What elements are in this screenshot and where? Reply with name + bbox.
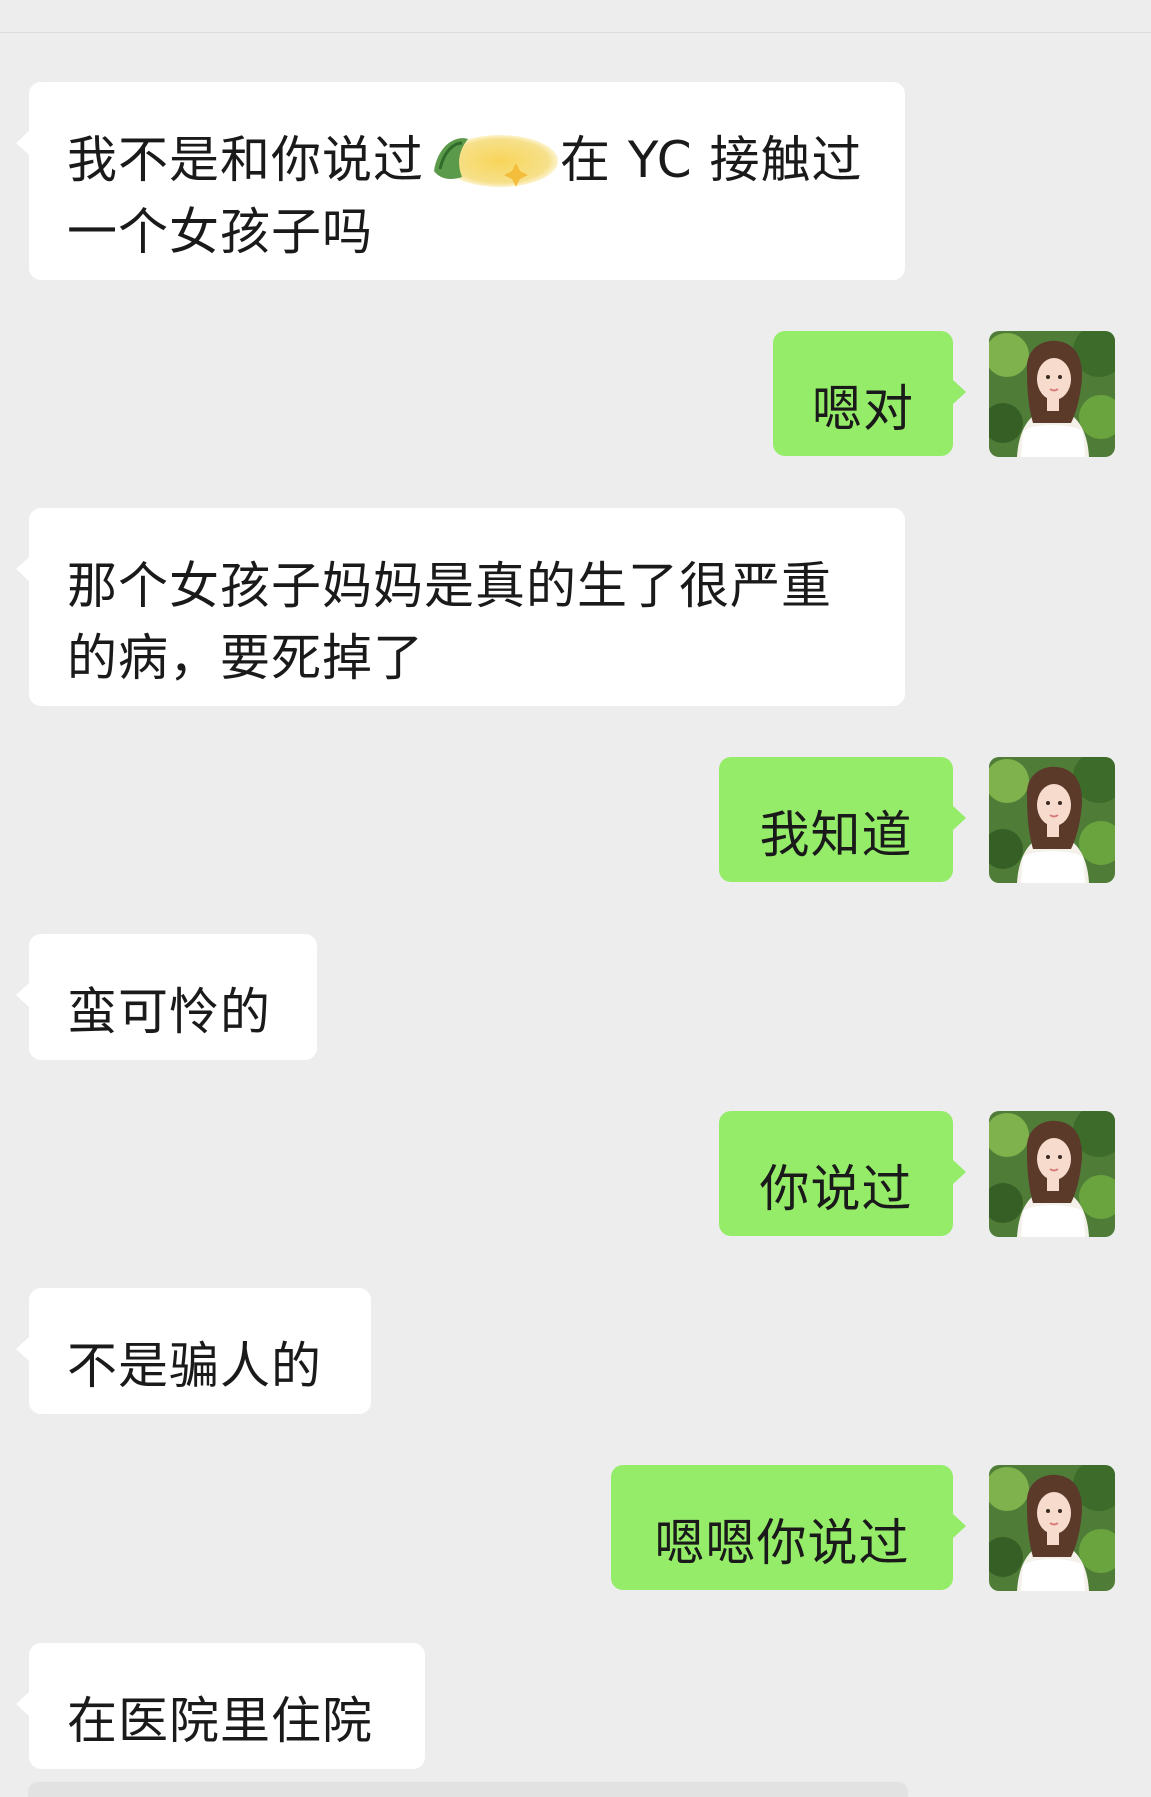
message-text: 嗯嗯你说过 — [654, 1514, 910, 1572]
message-bubble-received[interactable]: 在医院里住院 — [16, 1643, 425, 1769]
blurred-sticker-icon — [426, 131, 558, 189]
message-bubble-sent[interactable]: 你说过 — [719, 1111, 966, 1236]
message-bubble-sent[interactable]: 嗯对 — [773, 331, 966, 456]
message-text: 蛮可怜的 — [67, 983, 271, 1041]
top-divider — [0, 32, 1151, 33]
message-text: 你说过 — [759, 1160, 913, 1218]
user-avatar-icon[interactable] — [989, 1111, 1115, 1237]
user-avatar-icon[interactable] — [989, 757, 1115, 883]
message-text: 那个女孩子妈妈是真的生了很严重的病，要死掉了 — [67, 557, 832, 687]
message-bubble-sent[interactable]: 嗯嗯你说过 — [611, 1465, 966, 1590]
chat-history[interactable]: 我不是和你说过 在 YC 接触过一个女孩子吗 嗯对 那个女孩子妈妈是真的生了很严… — [0, 0, 1151, 1797]
message-text: 嗯对 — [812, 380, 914, 438]
message-text: 我知道 — [759, 806, 913, 864]
next-message-partial — [28, 1782, 908, 1797]
message-bubble-received[interactable]: 我不是和你说过 在 YC 接触过一个女孩子吗 — [16, 82, 905, 280]
message-bubble-received[interactable]: 不是骗人的 — [16, 1288, 371, 1414]
message-text: 我不是和你说过 在 YC 接触过一个女孩子吗 — [67, 131, 863, 261]
message-bubble-received[interactable]: 那个女孩子妈妈是真的生了很严重的病，要死掉了 — [16, 508, 905, 706]
message-bubble-received[interactable]: 蛮可怜的 — [16, 934, 317, 1060]
user-avatar-icon[interactable] — [989, 1465, 1115, 1591]
message-text: 在医院里住院 — [67, 1692, 373, 1750]
user-avatar-icon[interactable] — [989, 331, 1115, 457]
message-bubble-sent[interactable]: 我知道 — [719, 757, 966, 882]
message-text: 不是骗人的 — [67, 1337, 322, 1395]
